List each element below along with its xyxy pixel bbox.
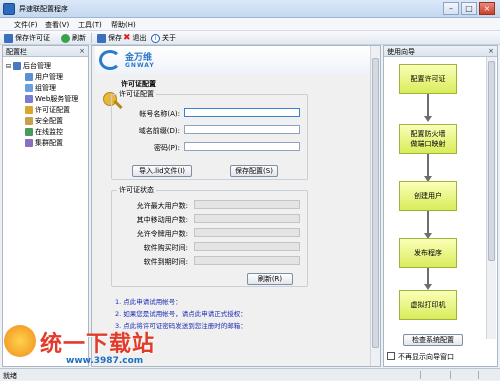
- watermark-url: www.3987.com: [66, 356, 144, 366]
- max-users-value: [194, 200, 300, 209]
- account-label: 帐号名称(A):: [139, 110, 180, 118]
- arrow-down-icon: [424, 116, 432, 122]
- tree-root-backend[interactable]: ⊟ 后台管理: [6, 61, 51, 71]
- wizard-arrow: [427, 211, 429, 233]
- collapse-icon[interactable]: ⊟: [6, 63, 11, 70]
- wizard-scrollbar[interactable]: [486, 57, 496, 339]
- expire-time-value: [194, 256, 300, 265]
- gnway-logo-icon: [99, 50, 121, 70]
- mobile-users-value: [194, 214, 300, 223]
- brand-header: 金万维 GNWAY: [95, 46, 370, 74]
- brand-sub: GNWAY: [125, 62, 155, 69]
- close-wizard-icon[interactable]: ×: [488, 47, 494, 55]
- no-show-label: 不再显示向导窗口: [398, 353, 454, 361]
- apply-trial-link[interactable]: 1. 点此申请试用帐号：: [115, 296, 182, 306]
- close-window-button[interactable]: ×: [479, 2, 495, 15]
- status-divider: [450, 371, 451, 379]
- tree-item-license[interactable]: 许可证配置: [25, 105, 70, 115]
- purchase-time-label: 软件购买时间:: [143, 244, 188, 252]
- toolbar-separator: [91, 33, 92, 43]
- close-panel-icon[interactable]: ×: [79, 47, 85, 55]
- refresh-icon: [61, 33, 70, 43]
- app-icon: [3, 3, 15, 15]
- menu-help[interactable]: 帮助(H): [111, 20, 136, 30]
- apply-official-link[interactable]: 2. 如果您是试用帐号，请点此申请正式授权：: [115, 308, 247, 318]
- menu-view[interactable]: 查看(V): [45, 20, 69, 30]
- users-icon: [13, 62, 22, 70]
- save-license-button[interactable]: 保存许可证: [4, 33, 50, 43]
- token-users-label: 允许令牌用户数:: [136, 230, 188, 238]
- wizard-step-create-user[interactable]: 创建用户: [399, 181, 457, 211]
- wizard-arrow: [427, 94, 429, 116]
- x-mark-icon: ✖: [123, 33, 131, 43]
- domain-input[interactable]: [184, 125, 300, 134]
- wizard-scrollbar-thumb[interactable]: [488, 61, 495, 261]
- web-icon: [25, 95, 33, 103]
- status-bar: 就绪: [0, 368, 500, 380]
- toolbar-main: 保存 ✖ 退出 i 关于: [89, 31, 500, 45]
- tree-item-security[interactable]: 安全配置: [25, 116, 63, 126]
- config-panel: 配置栏 × ⊟ 后台管理 用户管理 组管理 Web服务管理 许可证配置 安全配置…: [2, 45, 89, 367]
- center-scrollbar[interactable]: [370, 46, 380, 366]
- check-system-button[interactable]: 检查系统配置: [403, 334, 463, 346]
- wizard-arrow: [427, 268, 429, 284]
- refresh-button[interactable]: 刷新: [61, 33, 86, 43]
- domain-label: 域名前缀(D):: [138, 127, 180, 135]
- password-input[interactable]: [184, 142, 300, 151]
- max-users-label: 允许最大用户数:: [136, 202, 188, 210]
- lock-icon: [25, 117, 33, 125]
- wizard-step-firewall[interactable]: 配置防火墙 做端口映射: [399, 124, 457, 154]
- tree-item-cluster[interactable]: 集群配置: [25, 138, 63, 148]
- toolbar-left: 保存许可证 刷新: [0, 31, 89, 45]
- info-icon: i: [151, 33, 160, 43]
- purchase-time-value: [194, 242, 300, 251]
- save-button[interactable]: 保存: [97, 33, 122, 43]
- menu-file[interactable]: 文件(F): [14, 20, 38, 30]
- logout-button[interactable]: ✖ 退出: [123, 33, 147, 43]
- import-lid-button[interactable]: 导入.lid文件(I): [132, 165, 192, 177]
- title-bar: 异速联配置程序 – □ ×: [0, 0, 500, 18]
- minimize-button[interactable]: –: [443, 2, 459, 15]
- status-divider: [478, 371, 479, 379]
- watermark-text: 统一下载站: [40, 332, 156, 357]
- password-label: 密码(P):: [153, 144, 180, 152]
- license-status-legend: 许可证状态: [117, 185, 156, 195]
- key-icon: [25, 106, 33, 114]
- license-config-legend: 许可证配置: [117, 89, 156, 99]
- token-users-value: [194, 228, 300, 237]
- maximize-button[interactable]: □: [461, 2, 477, 15]
- tree-item-group-mgmt[interactable]: 组管理: [25, 83, 56, 93]
- scrollbar-thumb[interactable]: [372, 58, 379, 348]
- page-title: 许可证配置: [121, 80, 156, 88]
- wizard-step-publish[interactable]: 发布程序: [399, 238, 457, 268]
- window-title: 异速联配置程序: [19, 5, 68, 13]
- wizard-header: 使用向导 ×: [384, 46, 497, 57]
- wizard-step-license[interactable]: 配置许可证: [399, 64, 457, 94]
- monitor-icon: [25, 128, 33, 136]
- menu-tools[interactable]: 工具(T): [78, 20, 102, 30]
- disk-icon: [4, 33, 13, 43]
- refresh-status-button[interactable]: 刷新(R): [247, 273, 293, 285]
- expire-time-label: 软件到期时间:: [143, 258, 188, 266]
- tree-item-user-mgmt[interactable]: 用户管理: [25, 72, 63, 82]
- tree-item-monitor[interactable]: 在线监控: [25, 127, 63, 137]
- tree-item-web-service[interactable]: Web服务管理: [25, 94, 78, 104]
- account-input[interactable]: [184, 108, 300, 117]
- disk-icon: [97, 33, 106, 43]
- group-icon: [25, 84, 33, 92]
- config-panel-header: 配置栏 ×: [3, 46, 88, 57]
- status-divider: [420, 371, 421, 379]
- save-config-button[interactable]: 保存配置(S): [230, 165, 278, 177]
- about-button[interactable]: i 关于: [151, 33, 176, 43]
- user-icon: [25, 73, 33, 81]
- watermark-logo-icon: [4, 325, 36, 357]
- wizard-arrow: [427, 154, 429, 176]
- wizard-step-printer[interactable]: 虚拟打印机: [399, 290, 457, 320]
- menu-bar: 文件(F) 查看(V) 工具(T) 帮助(H): [0, 18, 500, 31]
- mobile-users-label: 其中移动用户数:: [136, 216, 188, 224]
- no-show-checkbox[interactable]: [387, 352, 395, 360]
- cluster-icon: [25, 139, 33, 147]
